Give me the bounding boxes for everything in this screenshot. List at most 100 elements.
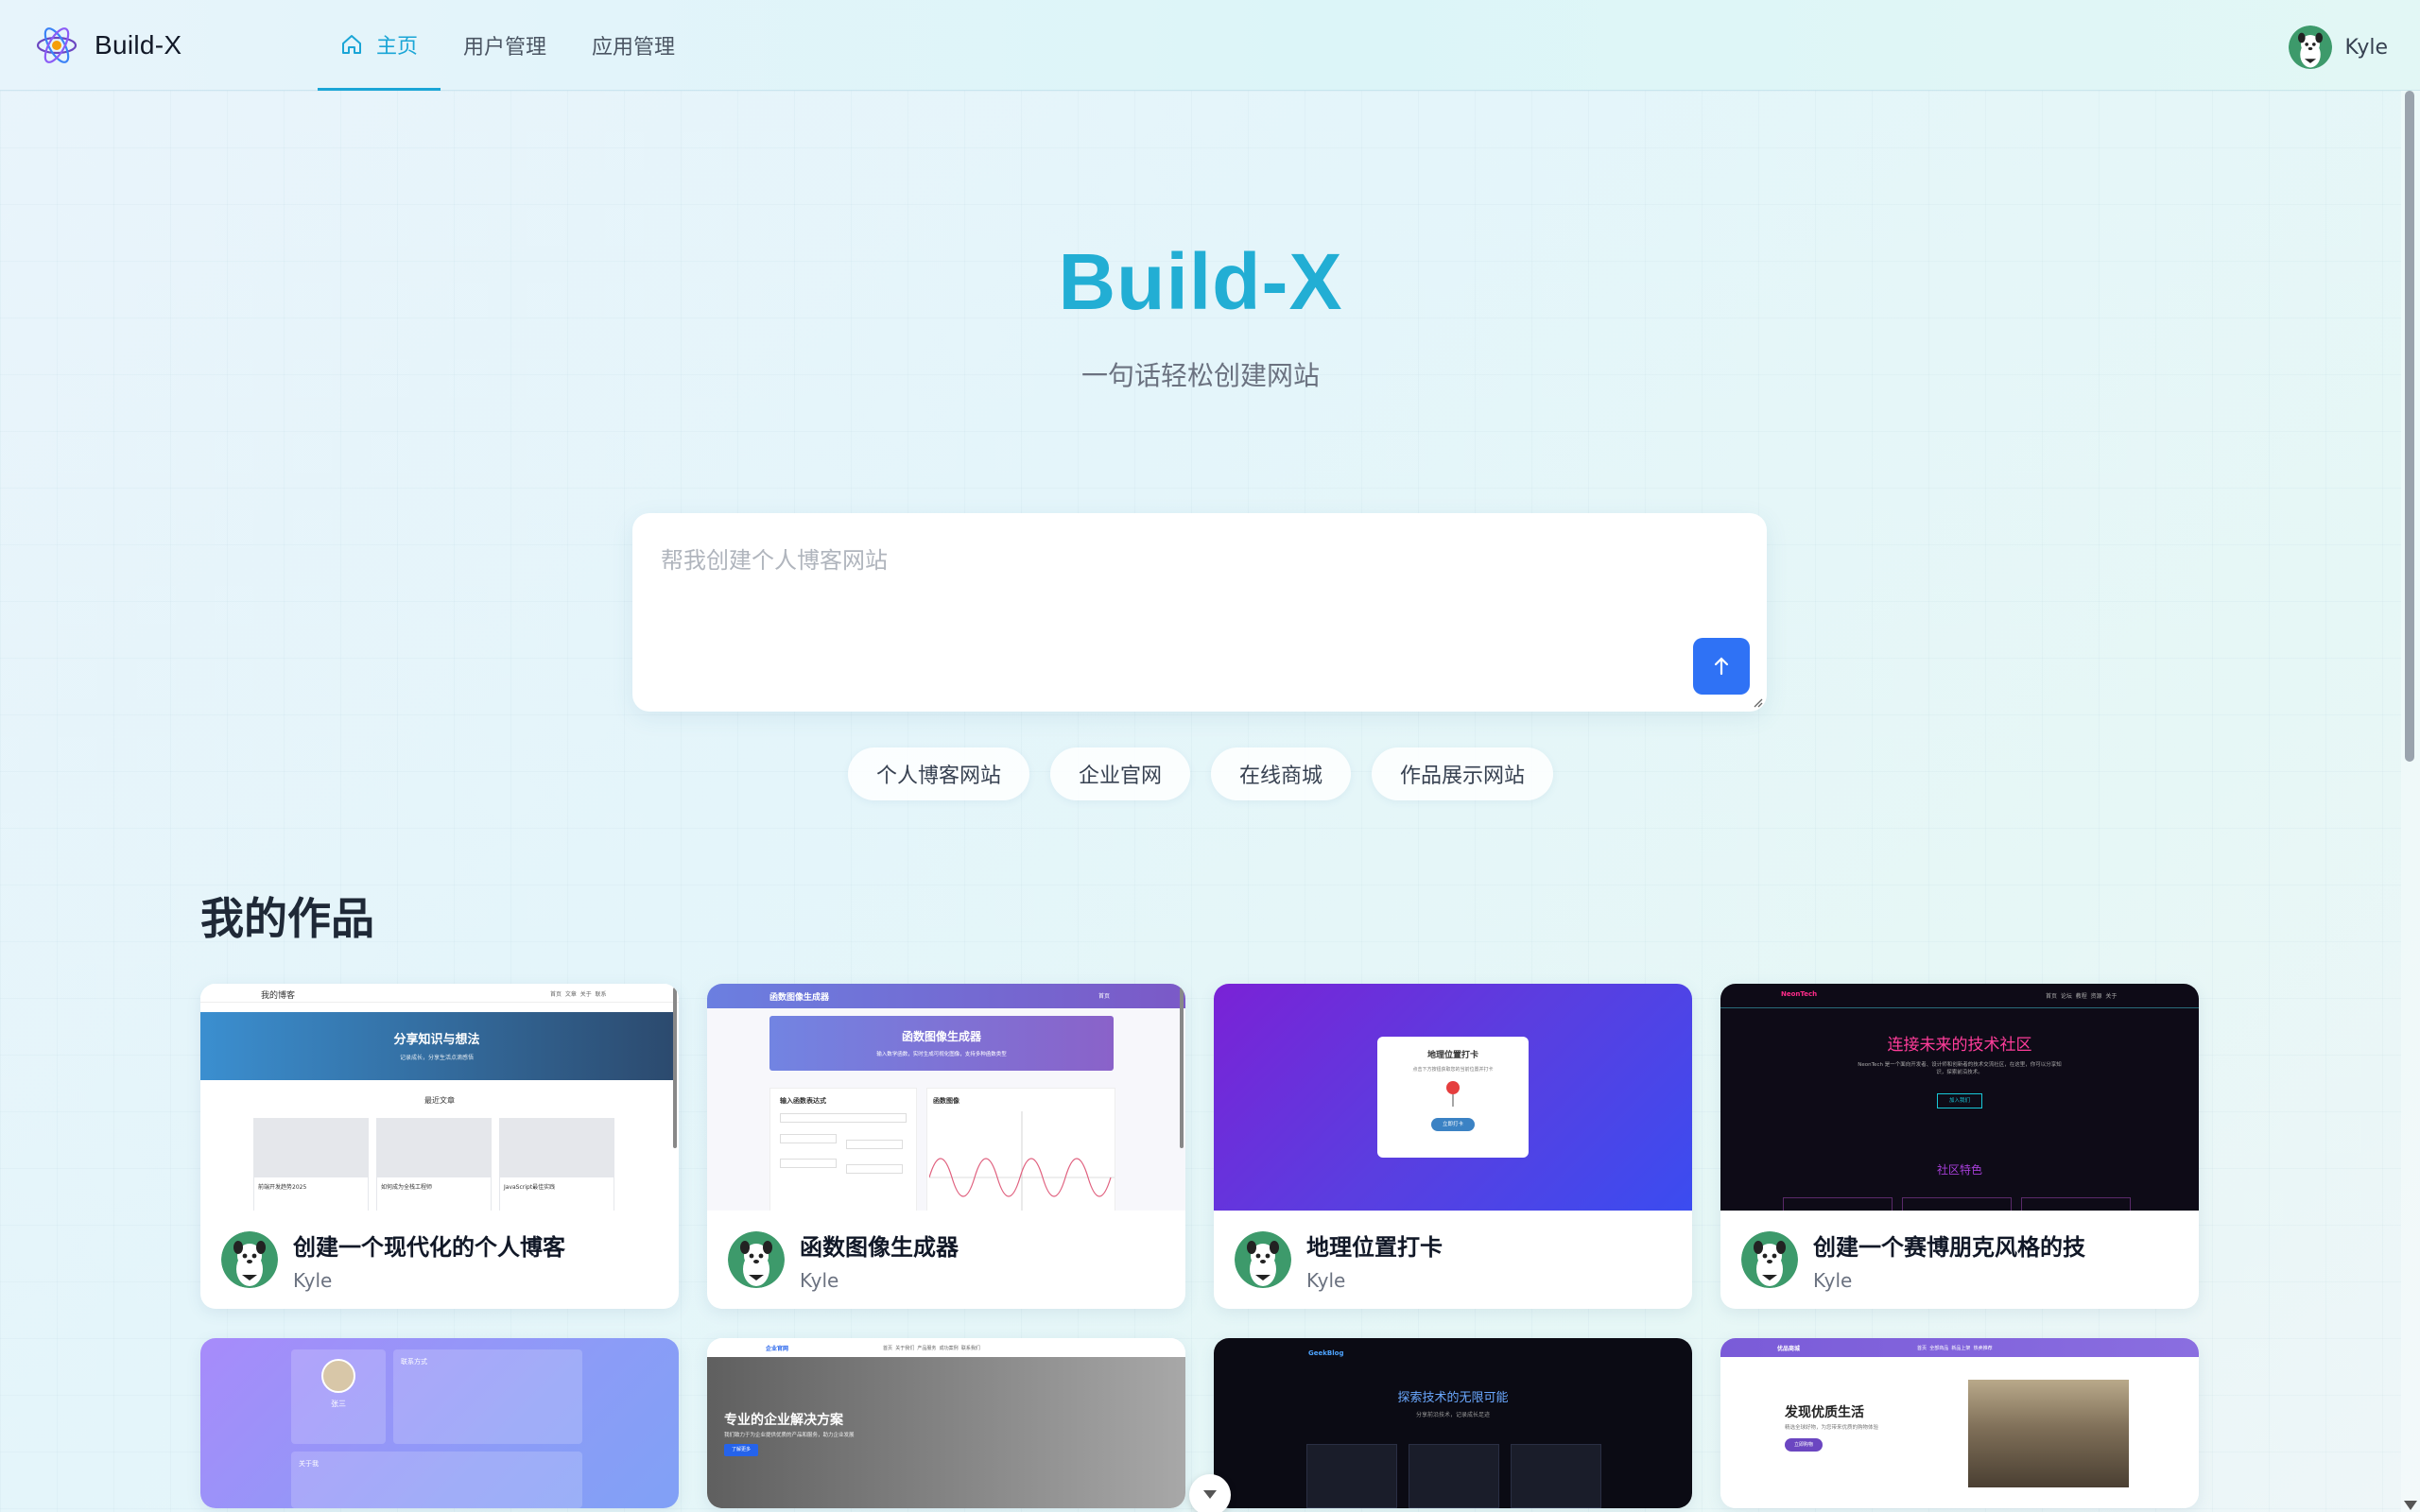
scrollbar-thumb[interactable] xyxy=(2405,91,2414,762)
thumb-post-title: 前端开发趋势2025 xyxy=(258,1184,307,1191)
work-author: Kyle xyxy=(1306,1268,1346,1292)
thumb-input-title: 输入函数表达式 xyxy=(780,1097,826,1105)
thumb-button: 加入我们 xyxy=(1937,1093,1982,1108)
work-card[interactable]: NeonTech 首页 论坛 教程 资源 关于 连接未来的技术社区 NeonTe… xyxy=(1720,984,2199,1309)
author-avatar xyxy=(728,1231,785,1288)
scroll-arrow-down-icon[interactable] xyxy=(2404,1501,2417,1510)
work-card[interactable]: 地理位置打卡 点击下方按钮获取您的当前位置并打卡 立即打卡 地理位置打卡 Kyl… xyxy=(1214,984,1692,1309)
thumb-logo: NeonTech xyxy=(1781,990,1818,998)
resize-grip-icon[interactable] xyxy=(1752,696,1763,708)
home-icon xyxy=(342,34,361,54)
thumb-button: 了解更多 xyxy=(724,1444,758,1456)
thumb-logo: GeekBlog xyxy=(1308,1349,1344,1357)
chip-corporate-site[interactable]: 企业官网 xyxy=(1049,747,1190,800)
work-thumbnail: GeekBlog 探索技术的无限可能 分享前沿技术，记录成长足迹 xyxy=(1214,1338,1692,1508)
nav-user-management[interactable]: 用户管理 xyxy=(441,0,569,91)
thumb-banner-title: 分享知识与想法 xyxy=(393,1033,480,1047)
main-nav: 主页 用户管理 应用管理 xyxy=(318,0,698,91)
work-author: Kyle xyxy=(293,1268,333,1292)
author-avatar xyxy=(1235,1231,1291,1288)
app-logo[interactable]: Build-X xyxy=(34,23,182,68)
work-thumbnail: 张三 联系方式 关于我 xyxy=(200,1338,679,1508)
thumb-button: 立即购物 xyxy=(1785,1438,1823,1452)
work-thumbnail: 优品商城 首页 全部商品 新品上架 热卖推荐 发现优质生活 精选全球好物，为您带… xyxy=(1720,1338,2199,1508)
thumb-banner-title: 发现优质生活 xyxy=(1785,1405,1864,1420)
work-title: 函数图像生成器 xyxy=(800,1233,959,1261)
work-card[interactable]: 张三 联系方式 关于我 xyxy=(200,1338,679,1508)
work-thumbnail: 企业官网 首页 关于我们 产品服务 成功案例 联系我们 专业的企业解决方案 我们… xyxy=(707,1338,1185,1508)
thumb-banner-sub: 分享前沿技术，记录成长足迹 xyxy=(1415,1412,1490,1418)
work-card-footer: 函数图像生成器 Kyle xyxy=(707,1211,1185,1309)
work-card-footer: 创建一个现代化的个人博客 Kyle xyxy=(200,1211,679,1309)
thumb-nav: 首页 论坛 教程 资源 关于 xyxy=(2046,993,2118,1000)
nav-app-management[interactable]: 应用管理 xyxy=(569,0,698,91)
nav-user-management-label: 用户管理 xyxy=(463,36,547,60)
thumb-banner-sub: 我们致力于为企业提供优质的产品和服务，助力企业发展 xyxy=(724,1433,855,1438)
thumb-chart-title: 函数图像 xyxy=(933,1097,959,1105)
nav-home-label: 主页 xyxy=(376,34,419,59)
thumb-card-button: 立即打卡 xyxy=(1431,1118,1475,1131)
arrow-up-icon xyxy=(1714,657,1729,676)
atom-logo-icon xyxy=(36,27,78,63)
thumb-post-title: 如何成为全栈工程师 xyxy=(381,1184,433,1191)
work-title: 地理位置打卡 xyxy=(1306,1233,1443,1261)
author-avatar xyxy=(221,1231,278,1288)
send-button[interactable] xyxy=(1693,638,1750,695)
app-name: Build-X xyxy=(95,30,182,60)
thumb-banner-sub: 输入数学函数，实时生成可视化图像，支持多种函数类型 xyxy=(876,1052,1007,1057)
work-thumbnail: NeonTech 首页 论坛 教程 资源 关于 连接未来的技术社区 NeonTe… xyxy=(1720,984,2199,1211)
work-thumbnail: 地理位置打卡 点击下方按钮获取您的当前位置并打卡 立即打卡 xyxy=(1214,984,1692,1211)
thumb-contact-title: 联系方式 xyxy=(401,1358,427,1366)
suggestion-chips: 个人博客网站 企业官网 在线商城 作品展示网站 xyxy=(0,747,2401,800)
prompt-box xyxy=(632,513,1767,712)
thumb-logo: 企业官网 xyxy=(766,1346,789,1352)
thumb-logo: 优品商城 xyxy=(1777,1346,1801,1352)
chip-personal-blog[interactable]: 个人博客网站 xyxy=(847,747,1029,800)
work-title: 创建一个现代化的个人博客 xyxy=(293,1233,565,1261)
thumb-nav: 首页 xyxy=(1098,993,1111,1000)
thumb-product-image xyxy=(1968,1380,2129,1487)
scroll-down-button[interactable] xyxy=(1189,1474,1231,1512)
work-card[interactable]: 优品商城 首页 全部商品 新品上架 热卖推荐 发现优质生活 精选全球好物，为您带… xyxy=(1720,1338,2199,1508)
thumb-banner-title: 专业的企业解决方案 xyxy=(724,1413,843,1428)
page-scrollbar[interactable] xyxy=(2401,91,2420,1512)
thumb-banner-title: 连接未来的技术社区 xyxy=(1887,1036,2032,1055)
thumb-card-sub: 点击下方按钮获取您的当前位置并打卡 xyxy=(1412,1067,1494,1073)
chevron-down-icon xyxy=(1203,1490,1217,1499)
user-name: Kyle xyxy=(2344,35,2389,60)
user-menu[interactable]: Kyle xyxy=(2288,26,2389,69)
hero-title: Build-X xyxy=(1058,237,1343,326)
chip-online-store[interactable]: 在线商城 xyxy=(1211,747,1352,800)
prompt-input[interactable] xyxy=(661,541,1701,674)
thumb-header: 我的博客 xyxy=(261,991,296,1001)
my-works-title: 我的作品 xyxy=(200,893,374,944)
thumb-nav: 首页 关于我们 产品服务 成功案例 联系我们 xyxy=(883,1346,980,1351)
thumb-scrollbar xyxy=(1180,988,1184,1148)
thumb-about-title: 关于我 xyxy=(299,1460,319,1468)
thumb-banner-title: 探索技术的无限可能 xyxy=(1397,1391,1509,1405)
location-pin-icon xyxy=(1446,1081,1460,1107)
work-card[interactable]: GeekBlog 探索技术的无限可能 分享前沿技术，记录成长足迹 xyxy=(1214,1338,1692,1508)
thumb-nav: 首页 文章 关于 联系 xyxy=(550,991,607,998)
thumb-section-title: 社区特色 xyxy=(1936,1163,1982,1177)
hero-subtitle: 一句话轻松创建网站 xyxy=(1080,360,1320,391)
thumb-profile-avatar xyxy=(321,1359,355,1393)
chip-portfolio-site[interactable]: 作品展示网站 xyxy=(1372,747,1554,800)
work-card[interactable]: 函数图像生成器 首页 函数图像生成器 输入数学函数，实时生成可视化图像，支持多种… xyxy=(707,984,1185,1309)
thumb-card-title: 地理位置打卡 xyxy=(1426,1051,1478,1060)
thumb-header: 函数图像生成器 xyxy=(769,993,830,1003)
work-title: 创建一个赛博朋克风格的技 xyxy=(1813,1233,2085,1261)
thumb-post-title: JavaScript最佳实践 xyxy=(504,1184,556,1191)
thumb-banner-title: 函数图像生成器 xyxy=(901,1030,981,1043)
work-card-footer: 创建一个赛博朋克风格的技 Kyle xyxy=(1720,1211,2199,1309)
thumb-banner-sub: NeonTech 是一个面向开发者、设计师和创新者的技术交流社区，在这里，你可以… xyxy=(1858,1062,2062,1076)
thumb-scrollbar xyxy=(673,988,677,1148)
work-author: Kyle xyxy=(800,1268,839,1292)
nav-home[interactable]: 主页 xyxy=(318,0,441,91)
thumb-section-title: 最近文章 xyxy=(424,1096,455,1105)
thumb-nav: 首页 全部商品 新品上架 热卖推荐 xyxy=(1917,1346,1993,1351)
work-card[interactable]: 企业官网 首页 关于我们 产品服务 成功案例 联系我们 专业的企业解决方案 我们… xyxy=(707,1338,1185,1508)
work-card[interactable]: 我的博客 首页 文章 关于 联系 分享知识与想法 记录成长，分享生活点滴感悟 最… xyxy=(200,984,679,1309)
work-card-footer: 地理位置打卡 Kyle xyxy=(1214,1211,1692,1309)
thumb-banner-sub: 精选全球好物，为您带来优质的购物体验 xyxy=(1785,1425,1879,1431)
